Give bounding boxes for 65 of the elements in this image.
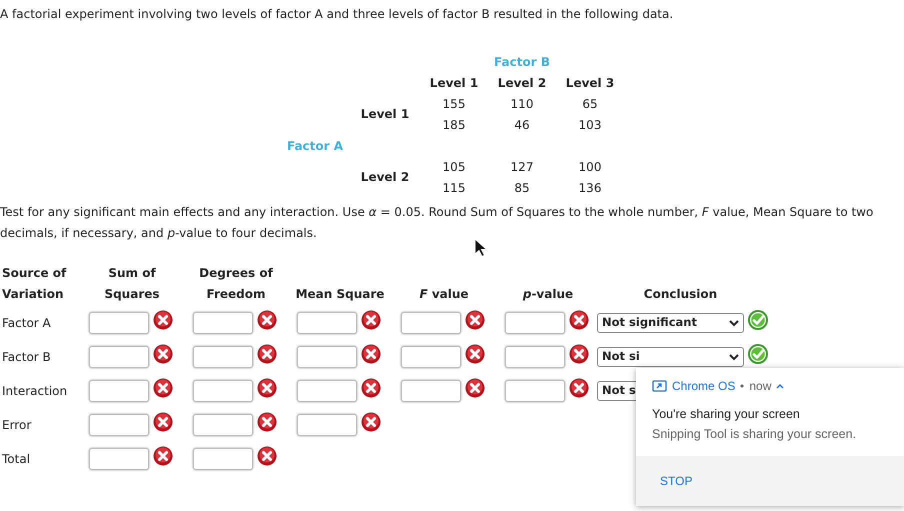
screen-share-icon <box>652 380 667 392</box>
answer-box[interactable] <box>193 380 253 402</box>
table-cell: 85 <box>514 180 530 194</box>
answer-box[interactable] <box>89 346 149 368</box>
answer-box[interactable] <box>297 380 357 402</box>
row-label: Total <box>2 451 30 468</box>
row-label: Level 2 <box>360 170 410 184</box>
answer-box[interactable] <box>89 380 149 402</box>
answer-box[interactable] <box>89 448 149 470</box>
column-header: Level 3 <box>566 76 614 90</box>
column-header: Level 1 <box>430 76 478 90</box>
table-cell: 65 <box>582 96 598 110</box>
caret-icon <box>729 320 739 326</box>
notification-message: Snipping Tool is sharing your screen. <box>652 426 858 443</box>
conclusion-dropdown[interactable]: Not si <box>597 347 744 367</box>
table-cell: 155 <box>442 96 466 110</box>
answer-box[interactable] <box>297 414 357 436</box>
column-header: Mean Square <box>295 286 385 303</box>
answer-box[interactable] <box>297 312 357 334</box>
table-cell: 110 <box>510 96 534 110</box>
table-cell: 136 <box>578 180 602 194</box>
factor-a-label: Factor A <box>286 138 344 152</box>
column-header: F value <box>418 286 470 303</box>
table-cell: 100 <box>578 160 602 174</box>
answer-box[interactable] <box>89 312 149 334</box>
table-cell: 103 <box>578 118 602 132</box>
column-header: Level 2 <box>498 76 546 90</box>
notification-title: You're sharing your screen <box>652 406 801 423</box>
conclusion-dropdown[interactable]: Not significant <box>597 313 744 333</box>
row-label: Interaction <box>2 383 68 400</box>
table-cell: 105 <box>442 160 466 174</box>
column-header: Sum of Squares <box>103 265 161 303</box>
answer-box[interactable] <box>505 380 565 402</box>
answer-box[interactable] <box>401 312 461 334</box>
table-cell: 46 <box>514 118 530 132</box>
column-header: p-value <box>522 286 574 303</box>
instructions-text: Test for any significant main effects and any interaction. Use α = 0.05. Round Sum of Squares to the whole number, F value, Mean Square to two decimals, if necessary, and p-value to four decimals. <box>0 204 874 242</box>
notification-time: now <box>749 378 772 395</box>
answer-box[interactable] <box>89 414 149 436</box>
factor-b-label: Factor B <box>494 54 550 68</box>
column-header: Conclusion <box>644 286 718 303</box>
row-label: Level 1 <box>360 107 410 121</box>
cursor-icon <box>474 238 487 258</box>
answer-box[interactable] <box>193 448 253 470</box>
answer-box[interactable] <box>401 346 461 368</box>
stop-button[interactable]: STOP <box>650 468 702 494</box>
column-header: Source of Variation <box>2 265 68 303</box>
app-name: Chrome OS <box>672 378 736 395</box>
answer-box[interactable] <box>505 346 565 368</box>
table-cell: 127 <box>510 160 534 174</box>
row-label: Factor A <box>2 315 51 332</box>
answer-box[interactable] <box>297 346 357 368</box>
separator-dot-icon <box>740 384 744 388</box>
row-label: Factor B <box>2 349 51 366</box>
answer-box[interactable] <box>193 346 253 368</box>
row-label: Error <box>2 417 32 434</box>
column-header: Degrees of Freedom <box>198 265 274 303</box>
answer-box[interactable] <box>505 312 565 334</box>
table-cell: 185 <box>442 118 466 132</box>
answer-box[interactable] <box>193 414 253 436</box>
answer-box[interactable] <box>401 380 461 402</box>
caret-icon <box>729 354 739 360</box>
table-cell: 115 <box>442 180 466 194</box>
intro-text: A factorial experiment involving two levels of factor A and three levels of factor B resulted in the following data. <box>0 6 674 23</box>
answer-box[interactable] <box>193 312 253 334</box>
